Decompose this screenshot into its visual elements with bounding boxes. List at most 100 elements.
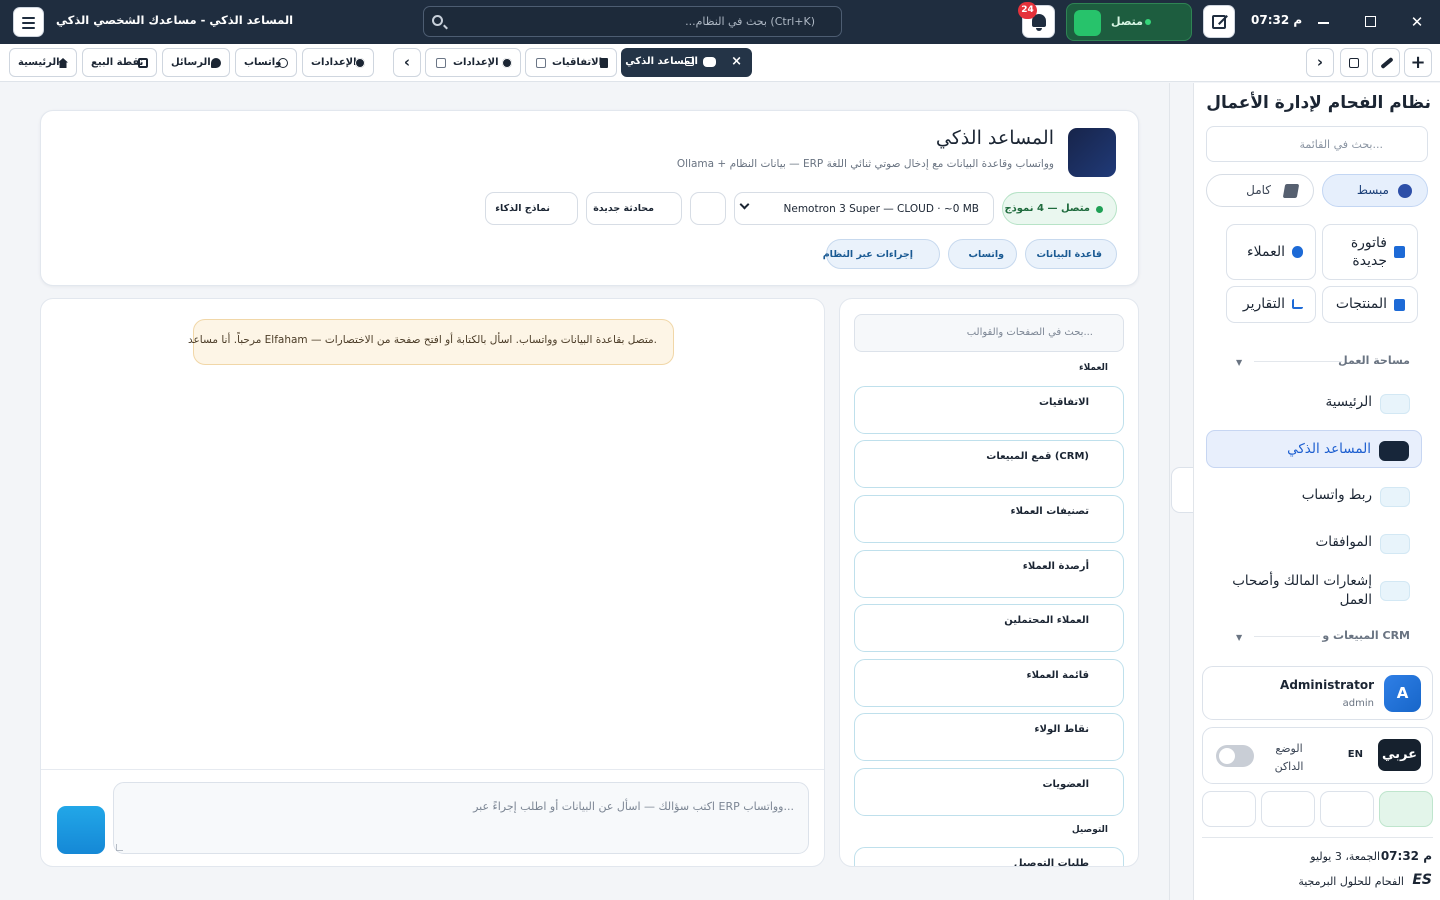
notifications-button[interactable]: 24	[1018, 2, 1055, 38]
language-english-button[interactable]: EN	[1348, 749, 1363, 760]
theme-swatch[interactable]	[1202, 791, 1256, 827]
tabs-scroll-next-button[interactable]: ›	[1306, 48, 1334, 77]
dark-mode-label: الوضع الداكن	[1274, 742, 1304, 773]
detach-tab-button[interactable]	[1340, 48, 1368, 77]
messages-shortcut-button[interactable]: الرسائل	[162, 48, 230, 77]
tab-assistant[interactable]: × المساعد الذكي	[621, 48, 752, 77]
page-subtitle: Ollama + بيانات النظام — ERP وواتساب وقا…	[676, 158, 1054, 170]
gear-icon	[502, 58, 512, 68]
quick-new-invoice-button[interactable]: فاتورة جديدة	[1322, 224, 1418, 280]
shortcut-item[interactable]: الاتفاقيات	[854, 386, 1124, 434]
close-tab-icon[interactable]: ×	[731, 54, 742, 69]
sidebar-item-home[interactable]: الرئيسية	[1206, 384, 1422, 422]
assistant-logo-icon	[1068, 128, 1116, 177]
notifications-nav-icon	[1380, 581, 1410, 601]
menu-button[interactable]	[13, 7, 44, 37]
shortcut-item[interactable]: قائمة العملاء	[854, 659, 1124, 707]
mode-simple-label: مبسط	[1356, 183, 1389, 197]
menu-icon	[22, 17, 35, 19]
send-button[interactable]	[57, 806, 105, 854]
settings-shortcut-label: الإعدادات	[311, 57, 357, 68]
sidebar-item-whatsapp-link[interactable]: ربط واتساب	[1206, 477, 1422, 515]
theme-swatch[interactable]	[1261, 791, 1315, 827]
sidebar-item-label: الرئيسية	[1325, 394, 1373, 410]
shortcut-item-label: أرصدة العملاء	[1022, 561, 1089, 572]
language-arabic-button[interactable]: عربي	[1378, 739, 1421, 771]
chat-input[interactable]: اكتب سؤالك — اسأل عن البيانات أو اطلب إج…	[113, 782, 809, 854]
sidebar-item-approvals[interactable]: الموافقات	[1206, 524, 1422, 562]
section-heading-workspace: مساحة العمل	[1338, 354, 1410, 367]
sidebar-item-label: الموافقات	[1315, 534, 1373, 550]
chevron-down-icon[interactable]: ▼	[1236, 633, 1242, 642]
home-shortcut-button[interactable]: الرئيسية	[9, 48, 77, 77]
home-shortcut-label: الرئيسية	[18, 57, 60, 68]
tab-agreements-label: الاتفاقيات	[552, 57, 603, 68]
shortcut-item[interactable]: أرصدة العملاء	[854, 550, 1124, 598]
sidebar-collapse-handle[interactable]	[1171, 467, 1193, 513]
add-tab-button[interactable]: +	[1404, 48, 1432, 77]
tab-settings[interactable]: الإعدادات	[425, 48, 521, 77]
mode-full-label: كامل	[1246, 183, 1271, 197]
pos-shortcut-button[interactable]: نقطة البيع	[82, 48, 157, 77]
mode-full-toggle[interactable]: كامل	[1206, 174, 1314, 207]
new-chat-button[interactable]: محادثة جديدة	[586, 192, 682, 225]
assistant-nav-icon	[1379, 441, 1409, 461]
settings-shortcut-button[interactable]: الإعدادات	[302, 48, 374, 77]
shortcut-item[interactable]: نقاط الولاء	[854, 713, 1124, 761]
ai-models-button[interactable]: نماذج الذكاء	[485, 192, 578, 225]
sidebar-item-label: المساعد الذكي	[1287, 441, 1371, 457]
compass-icon	[1398, 184, 1412, 198]
title-bar: المساعد الذكي - مساعدك الشخصي الذكي ...ب…	[0, 0, 1440, 44]
chip-system-actions[interactable]: إجراءات عبر النظام	[823, 239, 940, 269]
tab-agreements[interactable]: الاتفاقيات	[525, 48, 617, 77]
ollama-status-badge: متصل — 4 نموذج	[1002, 192, 1117, 225]
connection-status[interactable]: متصل	[1066, 3, 1192, 41]
shortcuts-search-input[interactable]: بحث في الصفحات والقوالب...	[854, 314, 1124, 352]
resize-grip-icon[interactable]	[116, 844, 123, 851]
chip-database[interactable]: قاعدة البيانات	[1025, 239, 1117, 269]
model-select[interactable]: Nemotron 3 Super — CLOUD · ~0 MB	[734, 192, 994, 225]
mode-simple-toggle[interactable]: مبسط	[1322, 174, 1428, 207]
quick-customers-button[interactable]: العملاء	[1226, 224, 1316, 280]
section-heading-sales: المبيعات و CRM	[1322, 629, 1410, 642]
box-icon	[1394, 299, 1405, 311]
theme-swatch[interactable]	[1320, 791, 1374, 827]
maximize-button[interactable]	[1357, 10, 1385, 34]
dark-mode-toggle[interactable]	[1216, 745, 1254, 767]
chip-whatsapp[interactable]: واتساب	[948, 239, 1017, 269]
group-heading-delivery: التوصيل	[1071, 825, 1108, 835]
quick-reports-label: التقارير	[1242, 296, 1285, 312]
quick-new-invoice-label: فاتورة جديدة	[1350, 235, 1387, 269]
shortcut-item[interactable]: قمع المبيعات (CRM)	[854, 440, 1124, 488]
brush-tool-button[interactable]	[1372, 48, 1400, 77]
sidebar-item-owner-notifications[interactable]: إشعارات المالك وأصحاب العمل	[1206, 569, 1422, 613]
close-window-button[interactable]: ✕	[1403, 10, 1431, 34]
online-dot-icon	[1145, 19, 1151, 25]
tab-assistant-label: المساعد الذكي	[625, 56, 698, 67]
minimize-button[interactable]	[1310, 10, 1338, 34]
quick-products-button[interactable]: المنتجات	[1322, 286, 1418, 323]
chevron-down-icon[interactable]: ▼	[1236, 358, 1242, 367]
titlebar-clock: 07:32 م	[1251, 13, 1303, 27]
shortcut-item-label: تصنيفات العملاء	[1010, 506, 1090, 517]
global-search-input[interactable]: ...بحث في النظام (Ctrl+K)	[423, 6, 842, 37]
cash-register-icon	[138, 58, 148, 68]
shortcut-item[interactable]: تصنيفات العملاء	[854, 495, 1124, 543]
shortcut-item[interactable]: طلبات التوصيل	[854, 847, 1124, 866]
shortcut-item[interactable]: العملاء المحتملين	[854, 604, 1124, 652]
sidebar-search-input[interactable]: بحث في القائمة...	[1206, 126, 1428, 162]
connection-indicator-icon	[1074, 10, 1101, 36]
messages-shortcut-label: الرسائل	[171, 57, 211, 68]
user-card[interactable]: A Administrator admin	[1202, 666, 1433, 720]
quick-reports-button[interactable]: التقارير	[1226, 286, 1316, 323]
status-dot-icon	[1096, 206, 1103, 213]
theme-swatch-green[interactable]	[1379, 791, 1433, 827]
shortcut-item[interactable]: العضويات	[854, 768, 1124, 816]
open-external-button[interactable]	[1203, 5, 1235, 38]
footer-time: 07:32 م	[1380, 849, 1432, 863]
model-extra-button[interactable]	[690, 192, 726, 225]
tabs-scroll-prev-button[interactable]: ‹	[393, 48, 421, 77]
whatsapp-shortcut-button[interactable]: واتساب	[235, 48, 297, 77]
welcome-message: مرحباً. أنا مساعد Elfaham — متصل بقاعدة …	[188, 319, 674, 365]
sidebar-item-assistant[interactable]: المساعد الذكي	[1206, 430, 1422, 468]
